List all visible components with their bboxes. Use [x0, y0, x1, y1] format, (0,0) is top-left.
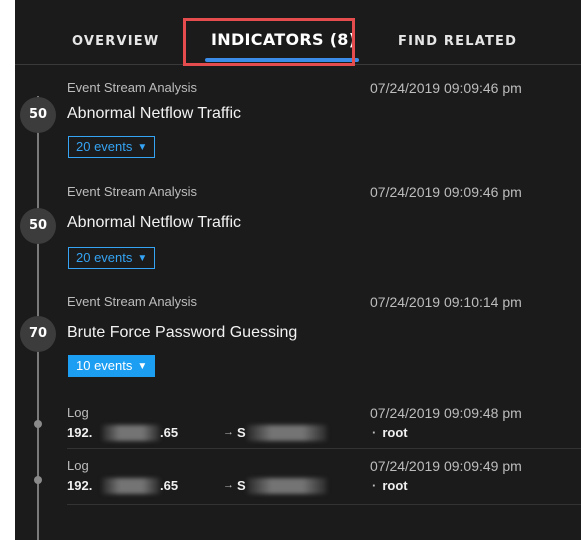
events-count: 10 events — [76, 358, 133, 373]
tab-overview[interactable]: OVERVIEW — [72, 34, 159, 49]
source-ip-end: .65 — [160, 478, 179, 493]
destination-host-start: S — [237, 425, 246, 440]
redacted-host — [247, 478, 327, 494]
source-ip-start: 192. — [67, 425, 93, 440]
username-value: root — [382, 478, 408, 493]
indicator-source: Event Stream Analysis — [67, 294, 198, 309]
indicator-timestamp: 07/24/2019 09:09:46 pm — [370, 80, 522, 96]
username: · root — [372, 478, 408, 493]
destination-host-start: S — [237, 478, 246, 493]
events-count: 20 events — [76, 139, 133, 154]
log-timestamp: 07/24/2019 09:09:48 pm — [370, 405, 522, 421]
risk-score-badge: 50 — [20, 97, 56, 133]
redacted-ip — [102, 425, 160, 441]
indicator-source: Event Stream Analysis — [67, 80, 198, 95]
separator-dot: · — [372, 478, 377, 493]
row-divider — [67, 448, 581, 449]
indicators-panel: OVERVIEW INDICATORS (8) FIND RELATED Eve… — [15, 0, 581, 540]
chevron-down-icon: ▼ — [137, 253, 148, 264]
annotation-highlight-box — [183, 18, 355, 66]
events-dropdown-button[interactable]: 20 events ▼ — [68, 247, 156, 269]
risk-score-badge: 50 — [20, 208, 56, 244]
chevron-down-icon: ▼ — [137, 361, 148, 372]
username-value: root — [382, 425, 408, 440]
source-ip-start: 192. — [67, 478, 93, 493]
indicator-title: Abnormal Netflow Traffic — [67, 105, 241, 122]
tab-find-related[interactable]: FIND RELATED — [398, 34, 517, 49]
redacted-ip — [102, 478, 160, 494]
log-timestamp: 07/24/2019 09:09:49 pm — [370, 458, 522, 474]
redacted-host — [247, 425, 327, 441]
events-dropdown-button[interactable]: 10 events ▼ — [68, 355, 156, 377]
indicator-timestamp: 07/24/2019 09:09:46 pm — [370, 184, 522, 200]
arrow-right-icon: → — [223, 479, 234, 491]
username: · root — [372, 425, 408, 440]
indicator-title: Abnormal Netflow Traffic — [67, 214, 241, 231]
events-count: 20 events — [76, 250, 133, 265]
indicator-timestamp: 07/24/2019 09:10:14 pm — [370, 294, 522, 310]
arrow-right-icon: → — [223, 426, 234, 438]
row-divider — [67, 504, 581, 505]
timeline-dot — [34, 476, 42, 484]
risk-score-badge: 70 — [20, 316, 56, 352]
log-source: Log — [67, 405, 89, 420]
indicator-source: Event Stream Analysis — [67, 184, 198, 199]
chevron-down-icon: ▼ — [137, 142, 148, 153]
timeline-dot — [34, 420, 42, 428]
events-dropdown-button[interactable]: 20 events ▼ — [68, 136, 156, 158]
indicator-title: Brute Force Password Guessing — [67, 324, 298, 341]
source-ip-end: .65 — [160, 425, 179, 440]
separator-dot: · — [372, 425, 377, 440]
log-source: Log — [67, 458, 89, 473]
